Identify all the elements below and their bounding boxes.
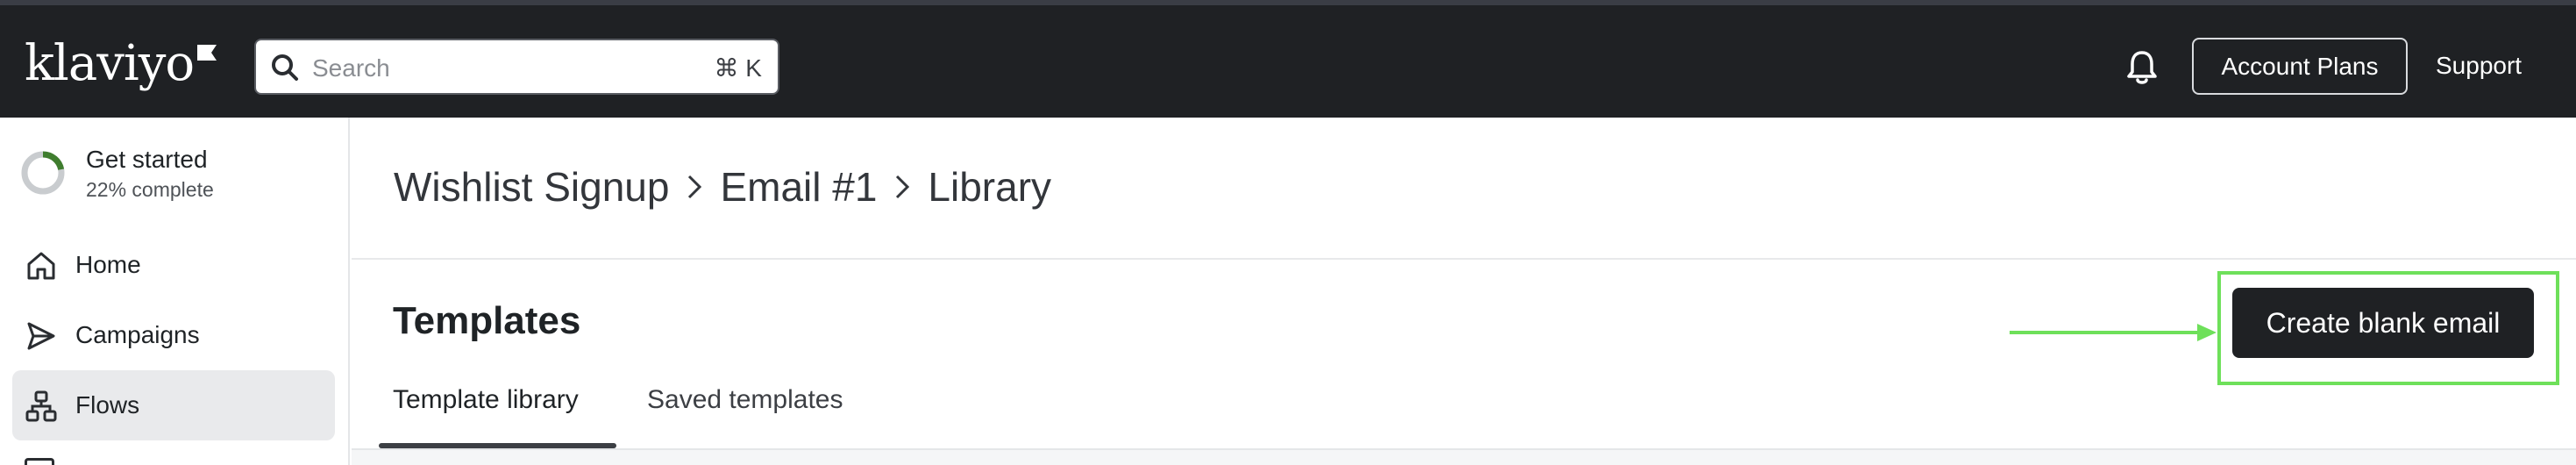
chevron-right-icon (688, 175, 702, 199)
sidebar-next-item-icon[interactable] (25, 458, 54, 465)
send-icon (27, 322, 55, 350)
sidebar-item-campaigns[interactable]: Campaigns (12, 300, 335, 370)
breadcrumb: Wishlist Signup Email #1 Library (394, 163, 1051, 211)
logo-wordmark: klaviyo (25, 35, 195, 92)
sidebar-item-flows[interactable]: Flows (12, 370, 335, 440)
home-icon (27, 252, 55, 280)
annotation-arrow-icon (2010, 324, 2217, 341)
flows-icon (25, 390, 57, 422)
search-icon (272, 54, 298, 81)
account-plans-button[interactable]: Account Plans (2192, 38, 2408, 95)
chevron-right-icon (896, 175, 910, 199)
logo-flag-icon (197, 45, 217, 61)
get-started-title[interactable]: Get started (86, 146, 208, 174)
top-navigation-bar: klaviyo Search ⌘ K Account Plans Support (0, 5, 2576, 118)
breadcrumb-current: Library (928, 164, 1052, 210)
search-placeholder: Search (312, 54, 390, 82)
search-shortcut-hint: ⌘ K (714, 54, 762, 82)
breadcrumb-email[interactable]: Email #1 (720, 163, 877, 211)
search-bar[interactable]: Search ⌘ K (254, 39, 779, 95)
sidebar-item-label: Home (75, 251, 141, 278)
content-area-top (352, 450, 2576, 465)
sidebar-item-home[interactable]: Home (12, 230, 335, 300)
get-started-progress-text: 22% complete (86, 178, 214, 201)
sidebar: Get started 22% complete Home Campaigns … (0, 118, 350, 465)
tab-template-library[interactable]: Template library (393, 384, 579, 416)
get-started-progress-ring[interactable] (19, 149, 67, 197)
create-blank-email-button[interactable]: Create blank email (2232, 288, 2534, 358)
tab-saved-templates[interactable]: Saved templates (647, 384, 843, 416)
breadcrumb-flow[interactable]: Wishlist Signup (394, 163, 669, 211)
klaviyo-logo[interactable]: klaviyo (25, 33, 217, 95)
sidebar-item-label: Campaigns (75, 321, 200, 348)
page-title: Templates (393, 299, 581, 342)
support-link[interactable]: Support (2436, 52, 2522, 80)
notifications-bell-icon[interactable] (2125, 49, 2159, 86)
sidebar-item-label: Flows (75, 391, 140, 418)
breadcrumb-header: Wishlist Signup Email #1 Library (352, 118, 2576, 260)
